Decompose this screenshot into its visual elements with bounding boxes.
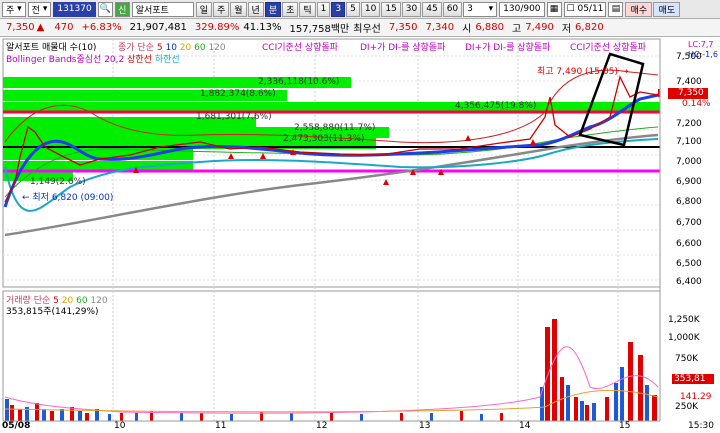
bid-price: 7,340 xyxy=(425,22,455,33)
search-icon[interactable]: 🔍 xyxy=(97,1,113,17)
profile-label-2: 1,882,374(8.6%) xyxy=(200,89,276,99)
current-price-label: 7,350 xyxy=(678,88,704,98)
chart-cci2-legend: CCI기준선 상향돌파 xyxy=(570,43,647,53)
type-select[interactable]: 전 ▾ xyxy=(27,1,52,17)
high-annotation: 최고 7,490 (15:05) → xyxy=(537,67,629,77)
open-price: 6,880 xyxy=(475,22,504,33)
trade-amount: 157,758백만 xyxy=(289,24,350,35)
interval-45[interactable]: 45 xyxy=(422,1,442,17)
chart-dmi2-legend: DI+가 DI-를 상향돌파 xyxy=(465,43,551,53)
price-tick-7500: 7,500 xyxy=(676,52,702,62)
interval-5[interactable]: 5 xyxy=(346,1,360,17)
current-pct-label: 0.14% xyxy=(682,99,711,109)
price-tick-6400: 6,400 xyxy=(676,277,702,287)
interval-60[interactable]: 60 xyxy=(442,1,463,17)
price-tick-6900: 6,900 xyxy=(676,177,702,187)
price-tick-6600: 6,600 xyxy=(676,239,702,249)
current-volume-label: 353,81 xyxy=(674,374,706,384)
chart-cci-legend: CCI기준선 상향돌파 xyxy=(262,43,339,53)
count-select[interactable]: 3 ▾ xyxy=(463,1,498,17)
time-tick-10: 10 xyxy=(114,421,126,431)
interval-1[interactable]: 1 xyxy=(316,1,331,17)
sell-button[interactable]: 매도 xyxy=(653,1,681,17)
price-tick-7200: 7,200 xyxy=(676,119,702,129)
time-tick-11: 11 xyxy=(215,421,227,431)
time-tick-0508: 05/08 xyxy=(2,421,31,431)
market-select[interactable]: 주 ▾ xyxy=(2,1,26,17)
period-day[interactable]: 일 xyxy=(195,1,212,17)
chart-area[interactable]: 알서포트 매물대 수(10) 종가 단순 5 10 20 60 120 CCI기… xyxy=(0,37,720,433)
chart-bollinger-legend: Bollinger Bands중심선 20,2 상한선 하한선 xyxy=(6,55,180,65)
toolbar-top: 주 ▾ 전 ▾ 131370 🔍 신 알서포트 일 주 월 년 분 초 틱 1 … xyxy=(0,0,720,19)
period-week[interactable]: 주 xyxy=(212,1,230,17)
count-range: 130/900 xyxy=(499,1,545,17)
credit-badge: 신 xyxy=(114,1,130,17)
volume-last-value: 353,815주(141,29%) xyxy=(6,307,99,317)
stock-code-input[interactable]: 131370 xyxy=(53,1,96,17)
price-tick-7400: 7,400 xyxy=(676,77,702,87)
low-label: 저 xyxy=(561,24,572,35)
time-tick-1530: 15:30 xyxy=(688,421,714,431)
price-tick-6700: 6,700 xyxy=(676,218,702,228)
profile-label-4: 1,681,301(7.6%) xyxy=(196,112,272,122)
calendar-button[interactable]: ▤ xyxy=(608,1,624,17)
volume-tick-1250: 1,250K xyxy=(668,315,700,325)
price-change-pct: +6.83% xyxy=(81,22,122,33)
volume-tick-1000: 1,000K xyxy=(668,333,700,343)
up-triangle-icon: ▲ xyxy=(36,22,45,33)
stock-name: 알서포트 xyxy=(131,1,194,17)
price-tick-6500: 6,500 xyxy=(676,259,702,269)
volume-ratio: 329.89% xyxy=(194,22,240,33)
interval-15[interactable]: 15 xyxy=(381,1,401,17)
profile-label-7: 1,149(2.6%) xyxy=(30,177,86,187)
open-label: 시 xyxy=(462,24,472,35)
period-tick[interactable]: 틱 xyxy=(299,1,316,17)
period-year[interactable]: 년 xyxy=(247,1,264,17)
profile-label-1: 2,336,118(10.6%) xyxy=(258,77,340,87)
interval-30[interactable]: 30 xyxy=(401,1,422,17)
turnover-rate: 41.13% xyxy=(243,22,282,33)
toolbar-quote: 7,350 ▲ 470 +6.83% 21,907,481 329.89% 41… xyxy=(0,19,720,37)
stock-chart[interactable] xyxy=(0,37,720,433)
ask-price: 7,350 xyxy=(388,22,418,33)
buy-button[interactable]: 매수 xyxy=(625,1,653,17)
current-volume-pct: 141.29 xyxy=(680,392,712,402)
interval-3[interactable]: 3 xyxy=(331,1,346,17)
time-tick-12: 12 xyxy=(316,421,328,431)
time-tick-15: 15 xyxy=(619,421,631,431)
high-price: 7,490 xyxy=(525,22,554,33)
low-annotation: ← 최저 6,820 (09:00) xyxy=(22,193,114,203)
chart-lc-value: LC:7,7 xyxy=(688,40,714,49)
profile-label-6: 2,473,303(11.3%) xyxy=(283,134,365,144)
chart-dmi-legend: DI+가 DI-를 상향돌파 xyxy=(360,43,446,53)
price-tick-7100: 7,100 xyxy=(676,137,702,147)
price-change: 470 xyxy=(54,22,74,33)
low-price: 6,820 xyxy=(575,22,604,33)
volume-tick-250: 250K xyxy=(675,402,699,412)
interval-10[interactable]: 10 xyxy=(360,1,381,17)
current-price: 7,350 xyxy=(6,22,35,33)
calendar-icon[interactable]: ☐ 05/11 xyxy=(563,1,607,17)
volume-tick-750: 750K xyxy=(675,354,699,364)
grid-icon[interactable]: ▦ xyxy=(546,1,562,17)
time-tick-14: 14 xyxy=(519,421,531,431)
period-month[interactable]: 월 xyxy=(230,1,247,17)
volume: 21,907,481 xyxy=(129,22,187,33)
profile-label-5: 2,558,880(11.7%) xyxy=(294,123,376,133)
price-tick-7000: 7,000 xyxy=(676,157,702,167)
time-tick-13: 13 xyxy=(419,421,431,431)
period-minute[interactable]: 분 xyxy=(264,1,282,17)
period-second[interactable]: 초 xyxy=(282,1,299,17)
high-label: 고 xyxy=(512,24,522,35)
profile-label-3: 4,356,475(19.8%) xyxy=(455,101,537,111)
price-tick-6800: 6,800 xyxy=(676,197,702,207)
quote-label: 최우선 xyxy=(353,24,381,35)
